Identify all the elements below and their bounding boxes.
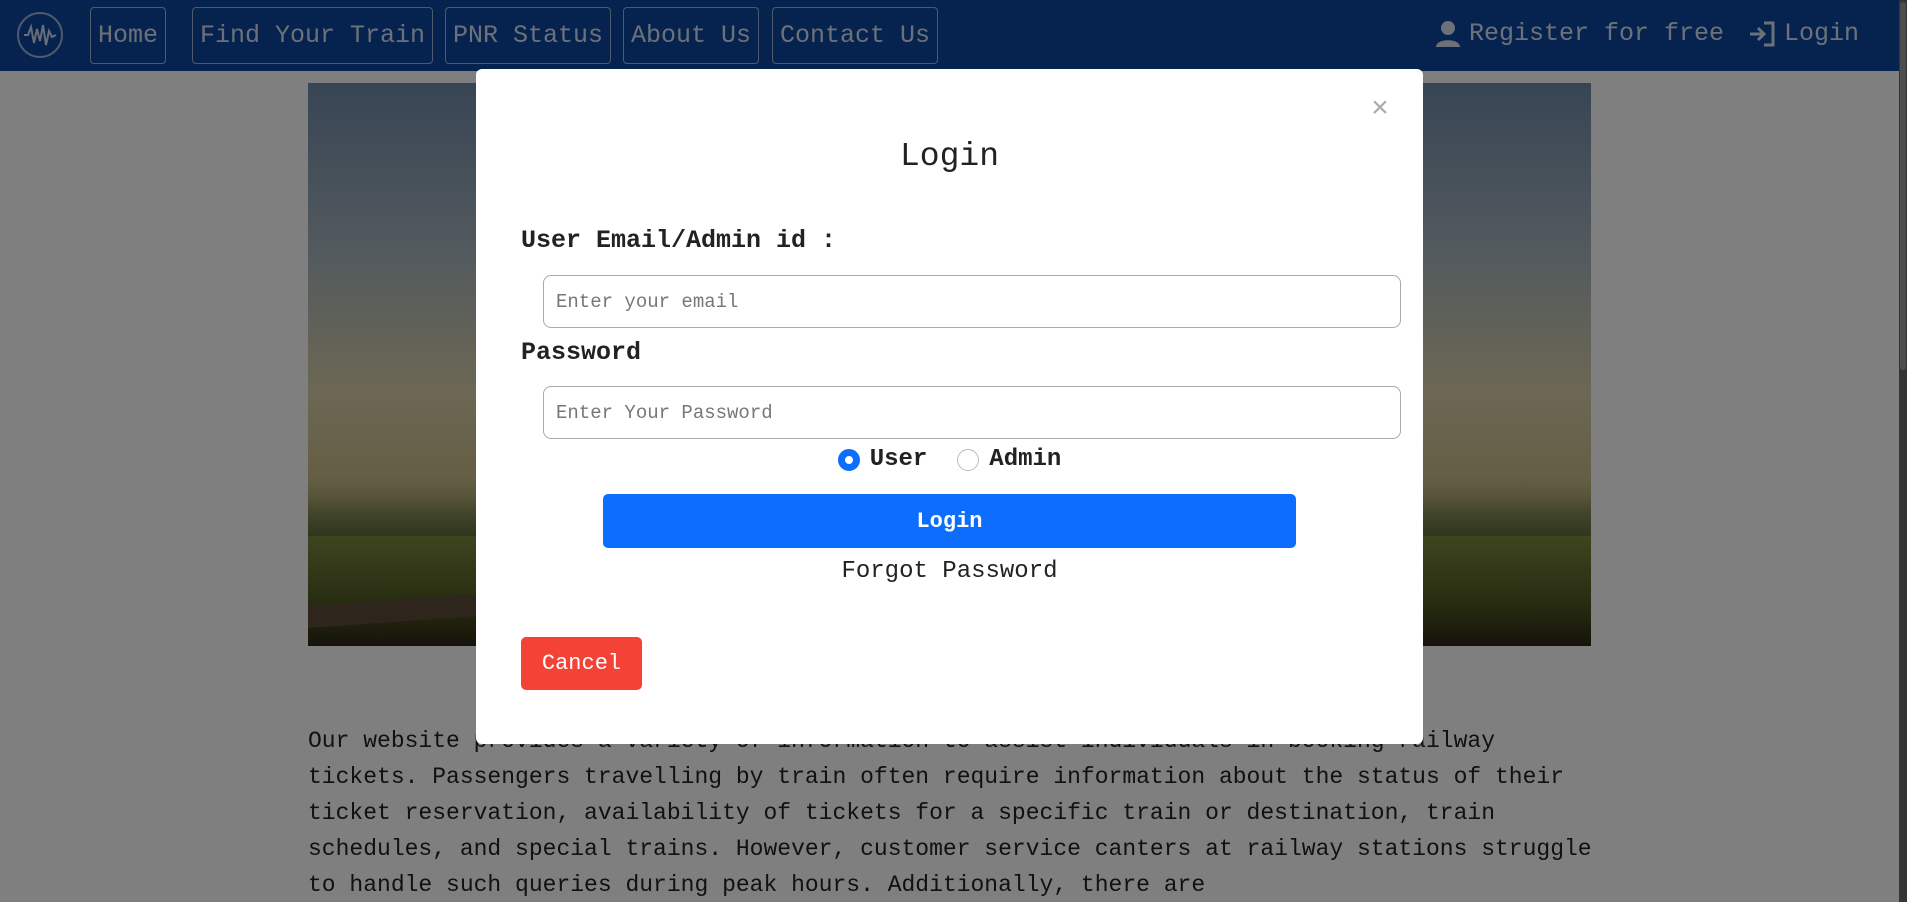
role-option-user[interactable]: User bbox=[837, 446, 928, 473]
close-icon[interactable]: × bbox=[1371, 95, 1389, 125]
user-radio-label: User bbox=[869, 446, 928, 473]
role-radio-group: User Admin bbox=[476, 446, 1423, 473]
role-option-admin[interactable]: Admin bbox=[957, 446, 1061, 473]
admin-radio[interactable] bbox=[957, 448, 980, 471]
email-field[interactable]: Enter your email bbox=[543, 275, 1401, 328]
login-button[interactable]: Login bbox=[603, 494, 1296, 548]
password-label: Password bbox=[521, 338, 642, 367]
forgot-password-link[interactable]: Forgot Password bbox=[476, 558, 1423, 585]
modal-title: Login bbox=[899, 138, 1000, 175]
password-field[interactable]: Enter Your Password bbox=[543, 386, 1401, 439]
cancel-button[interactable]: Cancel bbox=[521, 637, 642, 690]
email-label: User Email/Admin id : bbox=[521, 226, 837, 255]
user-radio[interactable] bbox=[837, 448, 860, 471]
admin-radio-label: Admin bbox=[989, 446, 1062, 473]
